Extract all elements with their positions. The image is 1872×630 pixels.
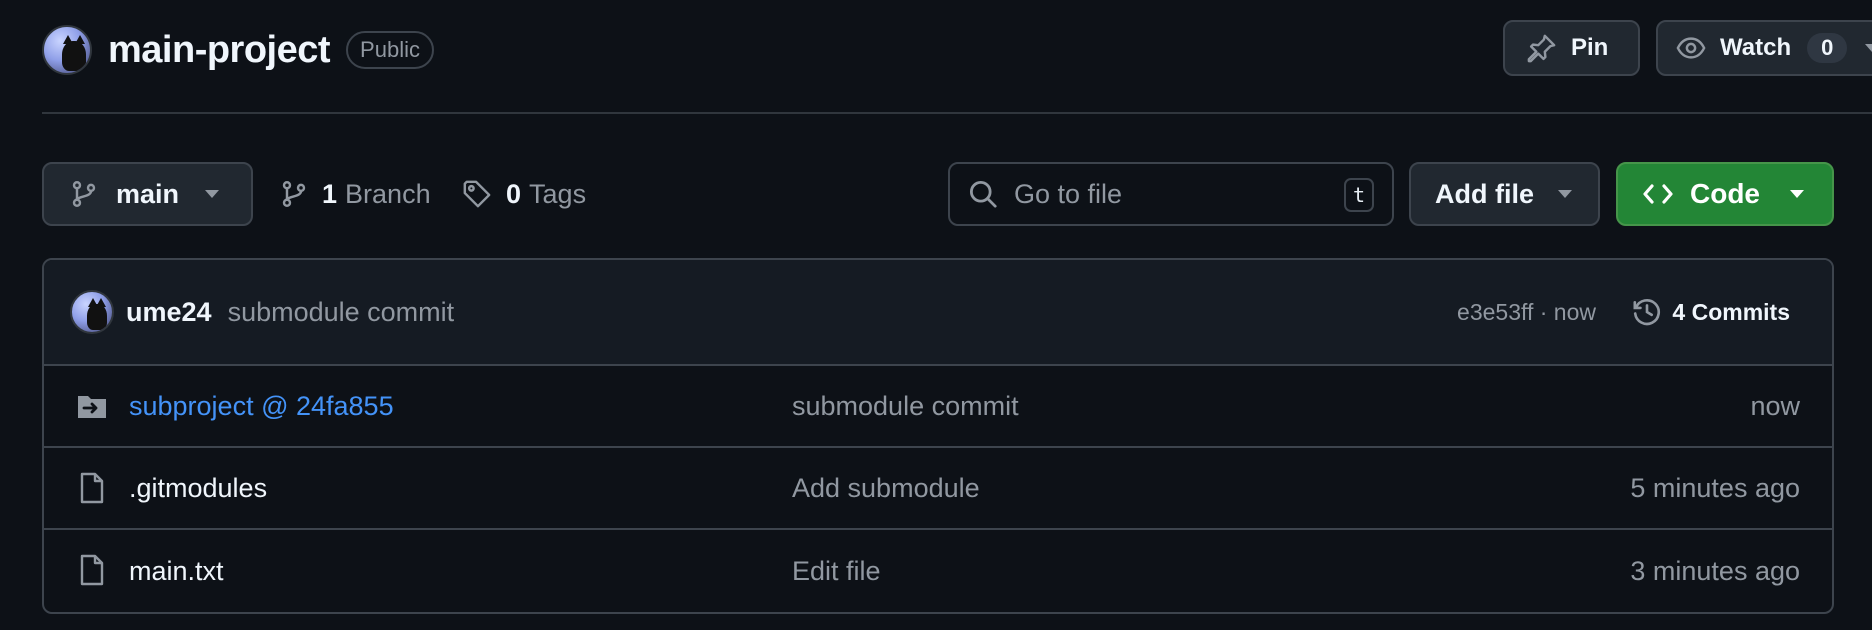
branch-name: main: [116, 178, 180, 209]
file-commit-message[interactable]: Add submodule: [792, 473, 980, 504]
watch-caret-icon: [1865, 44, 1872, 52]
file-table: ume24 submodule commit e3e53ff · now 4 C…: [42, 258, 1834, 614]
tags-link[interactable]: 0 Tags: [462, 162, 586, 226]
code-icon: [1643, 184, 1673, 204]
latest-commit-bar: ume24 submodule commit e3e53ff · now 4 C…: [44, 260, 1832, 366]
commits-count-label: 4 Commits: [1672, 298, 1790, 325]
file-icon: [80, 554, 104, 586]
table-row: main.txt Edit file 3 minutes ago: [44, 530, 1832, 612]
file-updated-time: 5 minutes ago: [1630, 472, 1800, 503]
branches-count: 1: [322, 178, 338, 209]
commits-link[interactable]: 4 Commits: [1632, 297, 1790, 327]
code-label: Code: [1690, 178, 1760, 209]
add-file-button[interactable]: Add file: [1409, 162, 1600, 226]
commit-hash-time[interactable]: e3e53ff · now: [1457, 299, 1596, 326]
chevron-down-icon: [1558, 190, 1572, 198]
code-button[interactable]: Code: [1616, 162, 1834, 226]
branches-label: Branch: [345, 178, 431, 209]
commit-author[interactable]: ume24: [126, 297, 212, 328]
file-updated-time: 3 minutes ago: [1630, 555, 1800, 586]
tag-icon: [463, 180, 491, 208]
commit-message[interactable]: submodule commit: [228, 297, 455, 328]
search-icon: [969, 180, 997, 208]
shortcut-key-hint: t: [1344, 178, 1374, 212]
history-icon: [1633, 299, 1661, 326]
chevron-down-icon: [205, 190, 220, 198]
watch-button[interactable]: Watch 0: [1656, 20, 1872, 76]
header-divider: [42, 112, 1872, 114]
go-to-file-search[interactable]: t: [948, 162, 1394, 226]
branches-link[interactable]: 1 Branch: [280, 162, 431, 226]
file-icon: [80, 472, 104, 504]
repo-header: main-project Public Pin Watch 0: [42, 20, 1872, 80]
tags-count: 0: [506, 178, 522, 209]
file-commit-message[interactable]: submodule commit: [792, 391, 1019, 422]
table-row: subproject @ 24fa855 submodule commit no…: [44, 366, 1832, 448]
file-commit-message[interactable]: Edit file: [792, 556, 881, 587]
branch-select-button[interactable]: main: [42, 162, 253, 226]
file-name-link[interactable]: subproject @ 24fa855: [129, 391, 394, 422]
file-name-link[interactable]: .gitmodules: [129, 473, 267, 504]
pin-label: Pin: [1571, 34, 1609, 61]
add-file-label: Add file: [1435, 178, 1534, 209]
eye-icon: [1676, 37, 1706, 59]
branch-icon: [282, 181, 306, 207]
branch-icon: [72, 181, 96, 207]
pin-button[interactable]: Pin: [1503, 20, 1640, 76]
repo-name[interactable]: main-project: [108, 29, 331, 72]
owner-avatar[interactable]: [42, 25, 92, 75]
visibility-badge: Public: [346, 31, 434, 69]
watch-count-badge: 0: [1807, 33, 1848, 63]
pin-icon: [1527, 34, 1556, 63]
author-avatar[interactable]: [70, 290, 114, 334]
tags-label: Tags: [529, 178, 587, 209]
go-to-file-input[interactable]: [1012, 177, 1332, 211]
repo-toolbar: main 1 Branch 0 Tags t Add file: [42, 162, 1834, 226]
file-name-link[interactable]: main.txt: [129, 556, 224, 587]
table-row: .gitmodules Add submodule 5 minutes ago: [44, 448, 1832, 530]
file-updated-time: now: [1750, 390, 1800, 421]
chevron-down-icon: [1790, 190, 1804, 198]
watch-label: Watch: [1720, 34, 1792, 61]
submodule-folder-icon: [78, 396, 106, 418]
